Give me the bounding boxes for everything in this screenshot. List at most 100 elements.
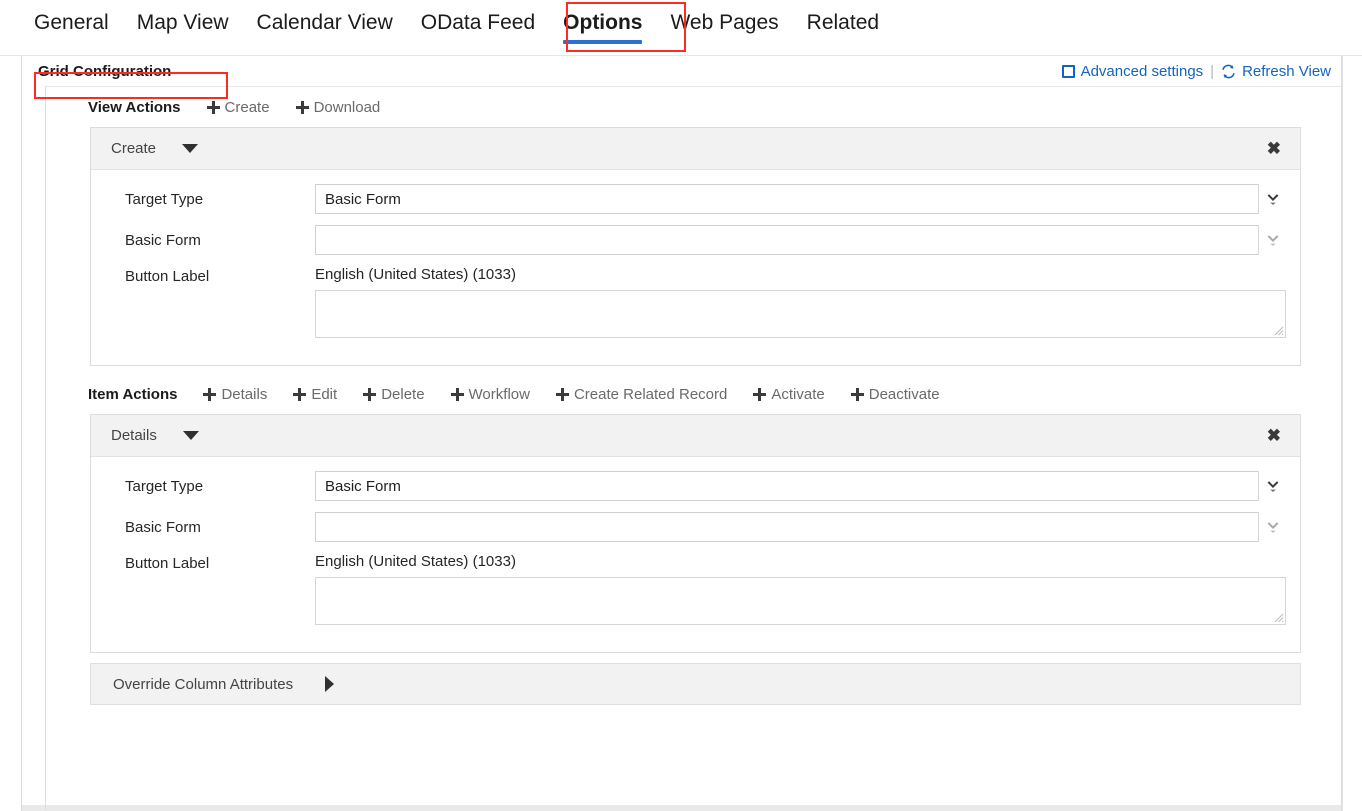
action-link-label: Create [225,99,270,116]
view-actions-label: View Actions [88,99,181,116]
create-target-type-row: Target Type [105,184,1286,214]
create-basic-form-input[interactable] [315,225,1286,255]
action-link-label: Download [314,99,381,116]
details-target-type-label: Target Type [105,478,315,495]
add-item-action-create-related-record[interactable]: Create Related Record [556,386,727,403]
chevron-down-icon [1265,519,1281,535]
add-view-action-create[interactable]: Create [207,99,270,116]
action-link-label: Edit [311,386,337,403]
details-action-card: Details ✖ Target Type [90,414,1301,653]
details-card-header: Details ✖ [91,415,1300,457]
header-links: Advanced settings | Refresh View [1062,63,1331,80]
create-card-header: Create ✖ [91,128,1300,170]
create-basic-form-control [315,225,1286,255]
refresh-view-label: Refresh View [1242,63,1331,80]
add-view-action-download[interactable]: Download [296,99,381,116]
chevron-down-icon [1265,478,1281,494]
create-target-type-label: Target Type [105,191,315,208]
create-card-body: Target Type Basic Form [91,170,1300,365]
details-target-type-input[interactable] [315,471,1286,501]
action-link-label: Workflow [469,386,530,403]
add-item-action-edit[interactable]: Edit [293,386,337,403]
override-column-attributes-title: Override Column Attributes [113,676,293,693]
create-basic-form-label: Basic Form [105,232,315,249]
details-basic-form-label: Basic Form [105,519,315,536]
details-button-label-control: English (United States) (1033) [315,553,1286,625]
plus-icon [851,388,864,401]
details-basic-form-row: Basic Form [105,512,1286,542]
plus-icon [293,388,306,401]
tab-odata-feed[interactable]: OData Feed [407,0,549,38]
details-button-label-textarea[interactable] [315,577,1286,625]
plus-icon [296,101,309,114]
tab-calendar-view[interactable]: Calendar View [243,0,407,38]
plus-icon [753,388,766,401]
tab-label: General [34,11,109,34]
add-item-action-workflow[interactable]: Workflow [451,386,530,403]
plus-icon [556,388,569,401]
create-button-label-textarea[interactable] [315,290,1286,338]
create-action-card: Create ✖ Target Type [90,127,1301,366]
create-button-label-label: Button Label [105,266,315,285]
add-item-action-deactivate[interactable]: Deactivate [851,386,940,403]
create-basic-form-lookup-button[interactable] [1258,225,1286,255]
create-target-type-input[interactable] [315,184,1286,214]
add-item-action-details[interactable]: Details [203,386,267,403]
details-target-type-dropdown-button[interactable] [1258,471,1286,501]
action-link-label: Create Related Record [574,386,727,403]
chevron-down-icon [1265,191,1281,207]
link-separator: | [1210,63,1214,80]
action-link-label: Delete [381,386,424,403]
create-card-title: Create [111,140,156,157]
action-link-label: Deactivate [869,386,940,403]
add-item-action-activate[interactable]: Activate [753,386,824,403]
item-actions-row: Item Actions Details Edit Delete Workflo… [46,374,1341,414]
tab-bar: General Map View Calendar View OData Fee… [0,0,1362,56]
details-basic-form-lookup-button[interactable] [1258,512,1286,542]
square-checkbox-icon [1062,65,1075,78]
tab-web-pages[interactable]: Web Pages [656,0,792,38]
vertical-scrollbar[interactable] [1342,56,1361,811]
details-card-body: Target Type Basic Form [91,457,1300,652]
override-column-attributes-bar[interactable]: Override Column Attributes [90,663,1301,705]
plus-icon [363,388,376,401]
tab-label: Options [563,11,642,34]
details-button-label-textarea-wrap [315,577,1286,625]
create-button-label-textarea-wrap [315,290,1286,338]
details-target-type-row: Target Type [105,471,1286,501]
tab-label: Web Pages [670,11,778,34]
chevron-down-icon[interactable] [182,144,198,153]
details-button-label-language: English (United States) (1033) [315,553,1286,570]
close-icon[interactable]: ✖ [1262,424,1286,447]
add-item-action-delete[interactable]: Delete [363,386,424,403]
plus-icon [203,388,216,401]
grid-configuration-header: Grid Configuration Advanced settings | R… [22,56,1341,86]
tab-label: Map View [137,11,229,34]
close-icon[interactable]: ✖ [1262,137,1286,160]
advanced-settings-label: Advanced settings [1081,63,1204,80]
details-target-type-control [315,471,1286,501]
plus-icon [207,101,220,114]
advanced-settings-link[interactable]: Advanced settings [1062,63,1204,80]
details-button-label-label: Button Label [105,553,315,572]
chevron-down-icon[interactable] [183,431,199,440]
grid-configuration-body: View Actions Create Download Create ✖ Ta… [45,86,1341,810]
plus-icon [451,388,464,401]
tab-options[interactable]: Options [549,0,656,38]
chevron-down-icon [1265,232,1281,248]
create-button-label-row: Button Label English (United States) (10… [105,266,1286,338]
create-target-type-dropdown-button[interactable] [1258,184,1286,214]
tab-general[interactable]: General [20,0,123,38]
action-link-label: Activate [771,386,824,403]
details-button-label-row: Button Label English (United States) (10… [105,553,1286,625]
chevron-right-icon[interactable] [325,676,334,692]
details-card-title: Details [111,427,157,444]
tab-map-view[interactable]: Map View [123,0,243,38]
tab-related[interactable]: Related [793,0,893,38]
options-panel: Grid Configuration Advanced settings | R… [21,56,1342,811]
active-tab-underline [563,40,642,44]
create-button-label-control: English (United States) (1033) [315,266,1286,338]
refresh-view-link[interactable]: Refresh View [1221,63,1331,80]
view-actions-row: View Actions Create Download [46,87,1341,127]
details-basic-form-input[interactable] [315,512,1286,542]
